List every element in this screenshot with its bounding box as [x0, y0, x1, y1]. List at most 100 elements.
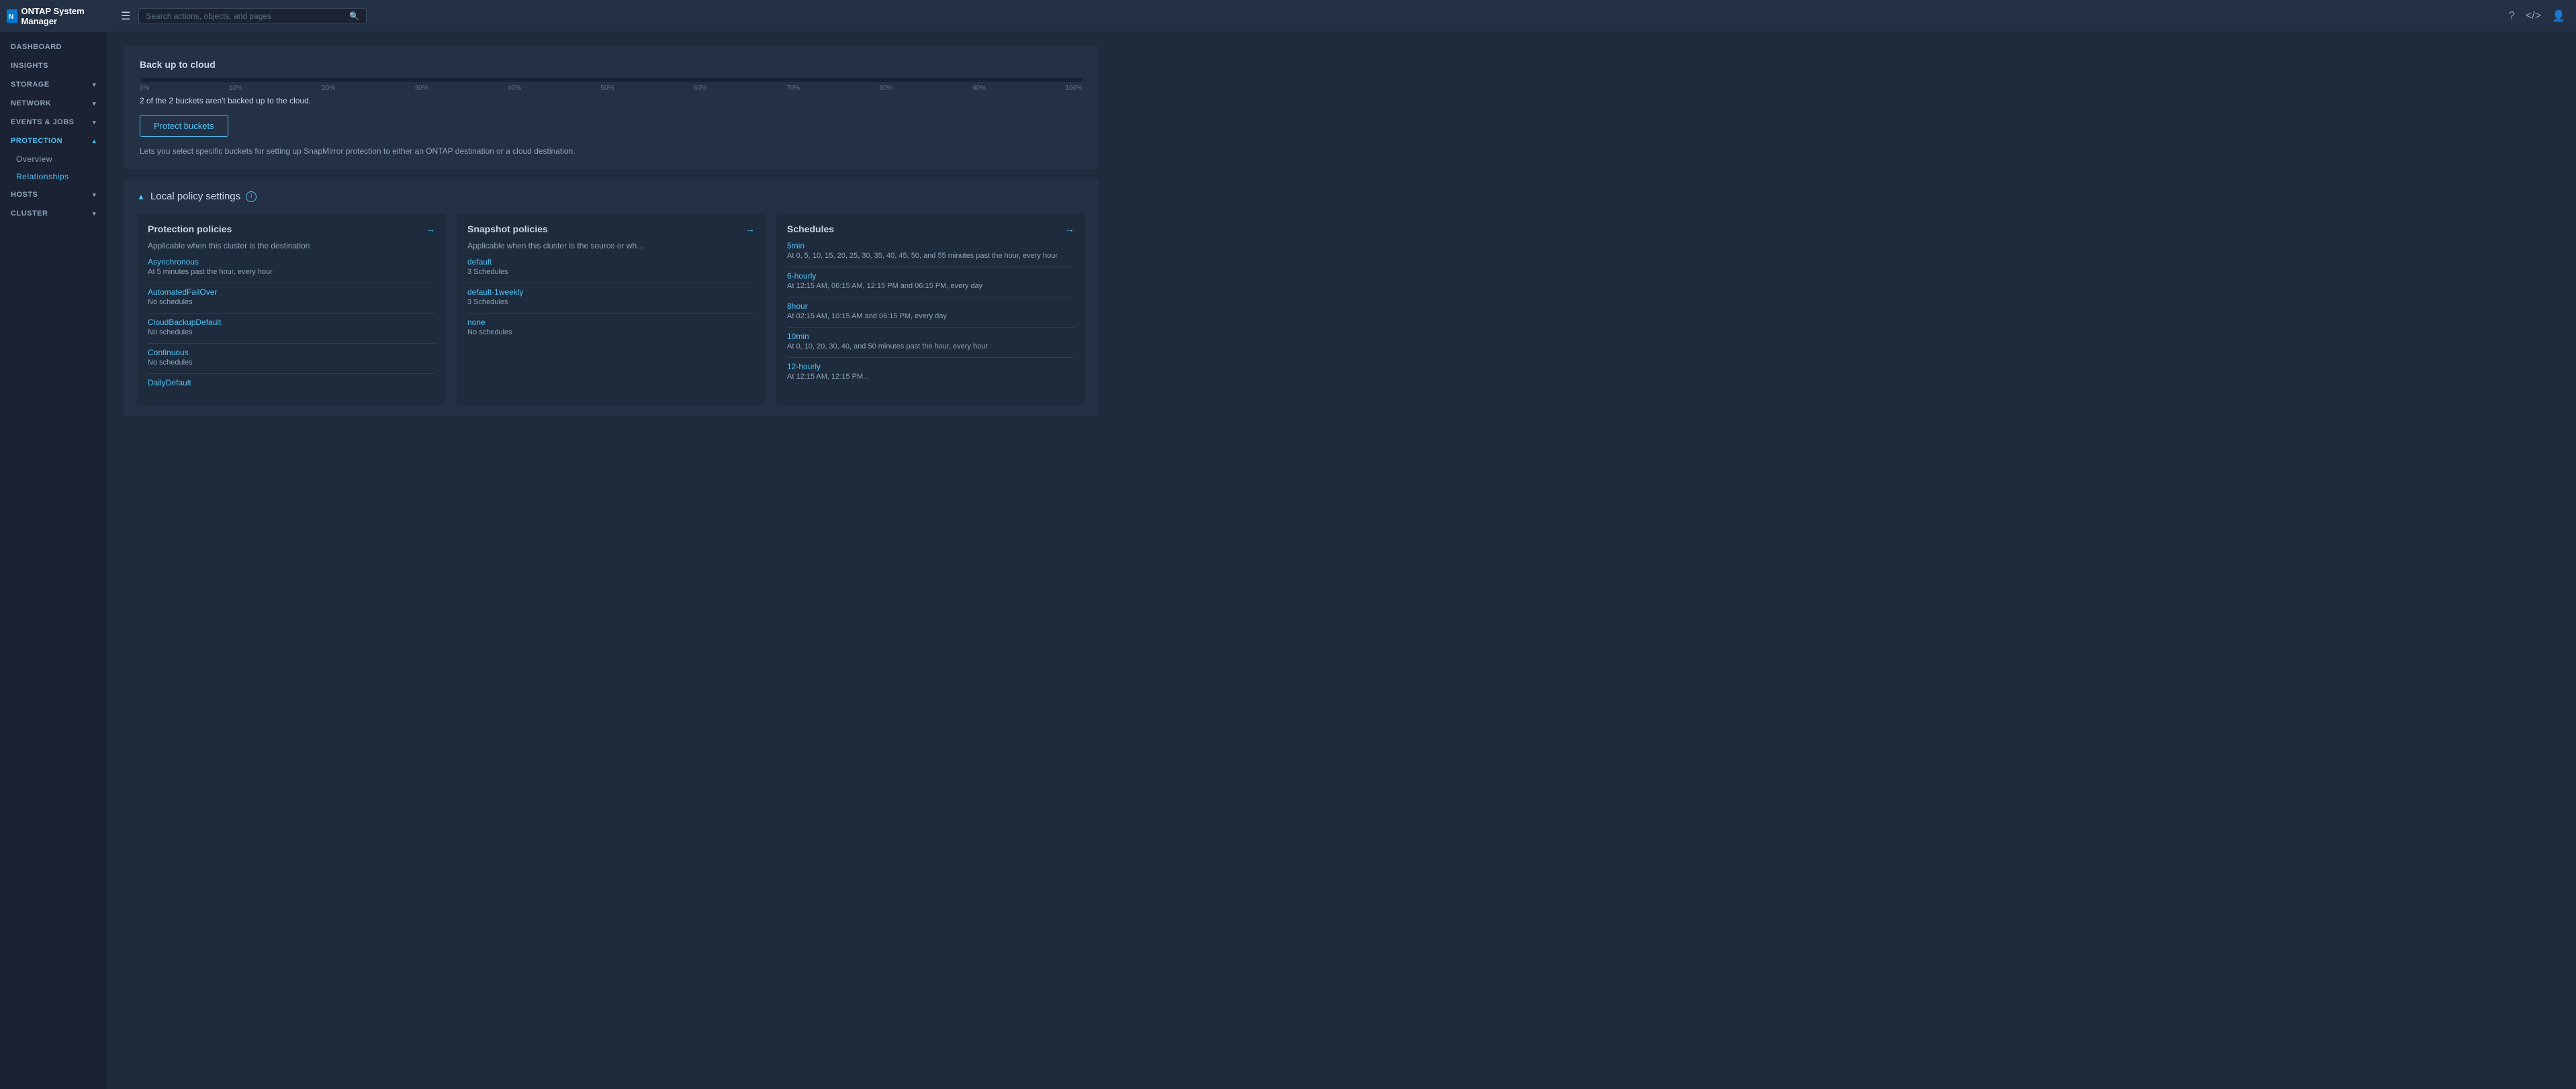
divider: [467, 313, 755, 314]
list-item: 6-hourly At 12:15 AM, 06:15 AM, 12:15 PM…: [787, 271, 1074, 290]
policy-item-default[interactable]: default: [467, 257, 755, 267]
protection-policies-arrow-icon[interactable]: →: [426, 224, 435, 234]
schedules-title: Schedules: [787, 224, 834, 234]
app-logo: N ONTAP System Manager: [7, 6, 100, 26]
info-icon[interactable]: i: [246, 191, 257, 202]
events-chevron-icon: ▾: [93, 119, 96, 126]
user-icon[interactable]: 👤: [2552, 9, 2565, 23]
policy-item-dailydefault[interactable]: DailyDefault: [148, 378, 435, 387]
schedules-header: Schedules →: [787, 224, 1074, 234]
snapshot-policies-header: Snapshot policies →: [467, 224, 755, 234]
policy-item-continuous-desc: No schedules: [148, 359, 435, 367]
sidebar-item-network[interactable]: NETWORK ▾: [0, 94, 107, 113]
progress-labels: 0% 10% 20% 30% 40% 50% 60% 70% 80% 90% 1…: [140, 85, 1083, 92]
protect-buckets-button[interactable]: Protect buckets: [140, 115, 228, 137]
policy-item-default-1weekly[interactable]: default-1weekly: [467, 287, 755, 297]
list-item: 5min At 0, 5, 10, 15, 20, 25, 30, 35, 40…: [787, 241, 1074, 260]
divider: [787, 357, 1074, 358]
list-item: 10min At 0, 10, 20, 30, 40, and 50 minut…: [787, 332, 1074, 350]
search-bar[interactable]: 🔍: [138, 8, 367, 24]
schedule-item-8hour-desc: At 02:15 AM, 10:15 AM and 06:15 PM, ever…: [787, 312, 1074, 320]
hamburger-icon[interactable]: ☰: [118, 7, 133, 26]
snapshot-policies-subtitle: Applicable when this cluster is the sour…: [467, 241, 755, 250]
sidebar-item-cluster[interactable]: CLUSTER ▾: [0, 204, 107, 223]
policy-item-cloudbackupdefault-desc: No schedules: [148, 328, 435, 336]
list-item: Continuous No schedules: [148, 348, 435, 367]
protection-chevron-icon: ▴: [93, 138, 96, 145]
topbar: ☰ 🔍 ? </> 👤: [107, 0, 2576, 32]
local-policy-section: ▲ Local policy settings i Protection pol…: [124, 180, 1099, 416]
logo-icon: N: [7, 9, 17, 23]
main-content: Back up to cloud 0% 10% 20% 30% 40% 50%: [107, 32, 2576, 1089]
main-wrapper: ☰ 🔍 ? </> 👤 Back up to cloud: [107, 0, 2576, 1089]
policy-item-none[interactable]: none: [467, 318, 755, 327]
hosts-chevron-icon: ▾: [93, 191, 96, 199]
policy-item-none-desc: No schedules: [467, 328, 755, 336]
topbar-right: ? </> 👤: [2509, 9, 2565, 23]
schedule-item-5min-desc: At 0, 5, 10, 15, 20, 25, 30, 35, 40, 45,…: [787, 252, 1074, 260]
schedule-item-12hourly-desc: At 12:15 AM, 12:15 PM...: [787, 373, 1074, 381]
policy-cards: Protection policies → Applicable when th…: [137, 213, 1085, 405]
policy-item-automatedfailover-desc: No schedules: [148, 298, 435, 306]
sidebar: N ONTAP System Manager DASHBOARD INSIGHT…: [0, 0, 107, 1089]
divider: [148, 343, 435, 344]
sidebar-item-relationships[interactable]: Relationships: [0, 168, 107, 185]
list-item: 12-hourly At 12:15 AM, 12:15 PM...: [787, 362, 1074, 381]
policy-item-asynchronous[interactable]: Asynchronous: [148, 257, 435, 267]
snapshot-policies-arrow-icon[interactable]: →: [745, 224, 755, 234]
snapshot-policies-title: Snapshot policies: [467, 224, 548, 234]
sidebar-item-insights[interactable]: INSIGHTS: [0, 56, 107, 75]
snapshot-policies-card: Snapshot policies → Applicable when this…: [457, 213, 766, 405]
storage-chevron-icon: ▾: [93, 81, 96, 89]
sidebar-nav: DASHBOARD INSIGHTS STORAGE ▾ NETWORK ▾ E…: [0, 32, 107, 1089]
progress-bar-bg: [140, 78, 1083, 82]
policy-item-cloudbackupdefault[interactable]: CloudBackupDefault: [148, 318, 435, 327]
list-item: CloudBackupDefault No schedules: [148, 318, 435, 336]
sidebar-item-overview[interactable]: Overview: [0, 150, 107, 168]
snapmirror-description: Lets you select specific buckets for set…: [140, 146, 1083, 156]
schedule-item-8hour[interactable]: 8hour: [787, 301, 1074, 311]
schedule-item-5min[interactable]: 5min: [787, 241, 1074, 250]
collapse-icon: ▲: [137, 192, 145, 201]
content-area: Back up to cloud 0% 10% 20% 30% 40% 50%: [107, 32, 1115, 429]
policy-item-default-desc: 3 Schedules: [467, 268, 755, 276]
policy-item-continuous[interactable]: Continuous: [148, 348, 435, 357]
schedules-arrow-icon[interactable]: →: [1065, 224, 1074, 234]
protection-policies-subtitle: Applicable when this cluster is the dest…: [148, 241, 435, 250]
code-icon[interactable]: </>: [2526, 10, 2541, 22]
policy-section-title: Local policy settings: [150, 191, 240, 202]
list-item: AutomatedFailOver No schedules: [148, 287, 435, 306]
sidebar-item-events-jobs[interactable]: EVENTS & JOBS ▾: [0, 113, 107, 132]
sidebar-item-storage[interactable]: STORAGE ▾: [0, 75, 107, 94]
list-item: DailyDefault: [148, 378, 435, 387]
svg-text:N: N: [9, 13, 13, 21]
list-item: default 3 Schedules: [467, 257, 755, 276]
search-input[interactable]: [146, 11, 345, 21]
help-icon[interactable]: ?: [2509, 10, 2515, 22]
list-item: default-1weekly 3 Schedules: [467, 287, 755, 306]
policy-item-asynchronous-desc: At 5 minutes past the hour, every hour: [148, 268, 435, 276]
divider: [787, 327, 1074, 328]
network-chevron-icon: ▾: [93, 100, 96, 107]
protection-policies-header: Protection policies →: [148, 224, 435, 234]
topbar-left: ☰ 🔍: [118, 7, 367, 26]
sidebar-item-hosts[interactable]: HOSTS ▾: [0, 185, 107, 204]
protection-policies-title: Protection policies: [148, 224, 232, 234]
sidebar-item-dashboard[interactable]: DASHBOARD: [0, 38, 107, 56]
schedule-item-10min[interactable]: 10min: [787, 332, 1074, 341]
app-title: ONTAP System Manager: [21, 6, 100, 26]
schedule-item-6hourly-desc: At 12:15 AM, 06:15 AM, 12:15 PM and 06:1…: [787, 282, 1074, 290]
progress-bar-inner: [140, 78, 141, 82]
schedule-item-12hourly[interactable]: 12-hourly: [787, 362, 1074, 371]
sidebar-header: N ONTAP System Manager: [0, 0, 107, 32]
policy-item-automatedfailover[interactable]: AutomatedFailOver: [148, 287, 435, 297]
schedule-item-10min-desc: At 0, 10, 20, 30, 40, and 50 minutes pas…: [787, 342, 1074, 350]
divider: [148, 373, 435, 374]
policy-section-header[interactable]: ▲ Local policy settings i: [137, 191, 1085, 202]
schedule-item-6hourly[interactable]: 6-hourly: [787, 271, 1074, 281]
search-icon: 🔍: [349, 11, 359, 21]
sidebar-item-protection[interactable]: PROTECTION ▴: [0, 132, 107, 150]
divider: [148, 313, 435, 314]
progress-info: 2 of the 2 buckets aren't backed up to t…: [140, 96, 1083, 105]
backup-title: Back up to cloud: [140, 59, 1083, 70]
